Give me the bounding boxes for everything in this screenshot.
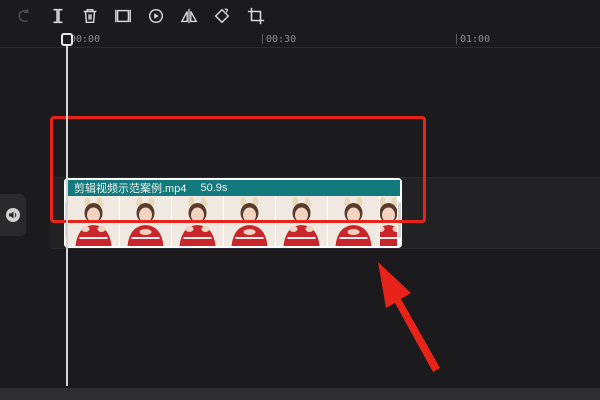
clip-highlight-annotation (50, 116, 426, 223)
timeline-horizontal-scrollbar[interactable] (0, 388, 600, 400)
playhead-handle[interactable] (61, 33, 73, 46)
track-audio-toggle[interactable] (0, 194, 26, 236)
split-icon[interactable] (48, 6, 68, 26)
speaker-icon (6, 208, 20, 222)
time-ruler[interactable]: 00:00 00:30 01:00 (0, 32, 600, 48)
editing-toolbar (0, 0, 600, 32)
ruler-tick-label: 00:00 (70, 34, 101, 45)
play-reverse-icon[interactable] (146, 6, 166, 26)
mirror-icon[interactable] (179, 6, 199, 26)
rotate-icon[interactable] (212, 6, 232, 26)
ruler-tick-label: 01:00 (460, 34, 491, 45)
freeze-frame-icon[interactable] (113, 6, 133, 26)
undo-icon[interactable] (14, 6, 34, 26)
ruler-tick (262, 34, 263, 44)
ruler-tick (456, 34, 457, 44)
crop-icon[interactable] (246, 6, 266, 26)
ruler-tick-label: 00:30 (266, 34, 297, 45)
delete-icon[interactable] (80, 6, 100, 26)
playhead-line (66, 34, 68, 386)
